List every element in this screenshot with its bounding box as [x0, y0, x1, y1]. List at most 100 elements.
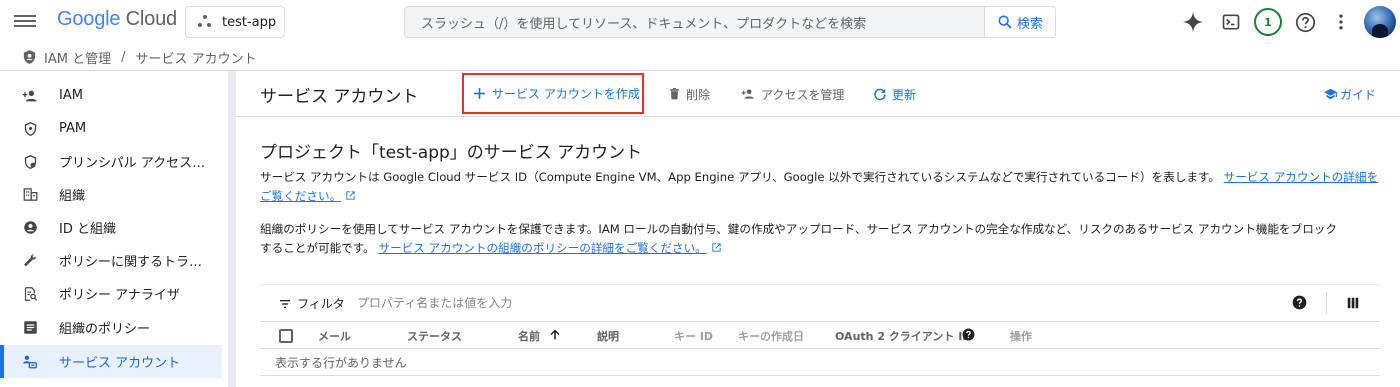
section-title: プロジェクト「test-app」のサービス アカウント	[260, 143, 643, 163]
policy-search-icon	[22, 286, 38, 302]
sidebar-item-label: PAM	[59, 121, 87, 136]
delete-label: 削除	[686, 87, 711, 102]
search-icon	[998, 15, 1012, 29]
create-service-account-button[interactable]: サービス アカウントを作成	[462, 73, 644, 114]
sidebar-item-policy-troubleshooter[interactable]: ポリシーに関するトラ…	[0, 244, 222, 277]
notification-badge[interactable]: 1	[1254, 8, 1282, 36]
delete-button[interactable]: 削除	[668, 84, 710, 104]
trash-icon	[670, 88, 679, 100]
person-add-icon	[741, 89, 754, 99]
search-button-label: 検索	[1016, 16, 1043, 32]
open-in-new-icon	[346, 191, 355, 200]
person-add-icon	[22, 88, 38, 104]
plus-icon	[474, 88, 485, 99]
help-icon[interactable]	[1292, 295, 1307, 314]
column-header-status[interactable]: ステータス	[407, 328, 462, 344]
search-placeholder: スラッシュ（/）を使用してリソース、ドキュメント、プロダクトなどを検索	[421, 16, 867, 32]
refresh-label: 更新	[892, 87, 917, 102]
empty-table-message: 表示する行がありません	[275, 356, 407, 370]
building-icon	[22, 187, 38, 203]
shield-icon	[22, 121, 38, 137]
sidebar-item-pam[interactable]: PAM	[0, 112, 222, 145]
org-policy-text-a: 組織のポリシーを使用してサービス アカウントを保護できます。IAM ロールの自動…	[260, 222, 1337, 236]
org-policy-description: 組織のポリシーを使用してサービス アカウントを保護できます。IAM ロールの自動…	[260, 220, 1380, 258]
filter-list-icon	[280, 299, 290, 308]
help-icon[interactable]	[1294, 11, 1316, 33]
wrench-icon	[22, 253, 38, 269]
column-header-actions: 操作	[1010, 330, 1032, 343]
sidebar-item-principal-access[interactable]: プリンシパル アクセス…	[0, 145, 222, 178]
sidebar-item-label: プリンシパル アクセス…	[59, 156, 206, 171]
breadcrumb-separator: /	[121, 49, 126, 65]
sidebar-scrollbar[interactable]	[228, 71, 236, 387]
arrow-upward-icon[interactable]	[549, 328, 561, 341]
more-vert-icon[interactable]	[1330, 11, 1352, 33]
cloud-shell-icon[interactable]	[1220, 11, 1242, 33]
manage-access-button[interactable]: アクセスを管理	[740, 84, 844, 104]
logo-google-text: Google	[57, 8, 121, 30]
breadcrumb: IAM と管理 / サービス アカウント	[0, 44, 1400, 71]
sidebar-item-label: ポリシーに関するトラ…	[59, 255, 203, 270]
sidebar-item-org-policies[interactable]: 組織のポリシー	[0, 311, 222, 344]
sidebar-item-iam[interactable]: IAM	[0, 79, 222, 112]
org-policy-link[interactable]: サービス アカウントの組織のポリシーの詳細をご覧ください。	[378, 241, 706, 255]
project-name: test-app	[222, 14, 277, 30]
filter-label-text: フィルタ	[297, 297, 345, 311]
project-picker[interactable]: test-app	[185, 6, 285, 38]
sidebar-item-label: IAM	[59, 88, 83, 103]
column-header-key-id: キー ID	[674, 330, 714, 343]
toolbar-divider	[1326, 292, 1327, 314]
filter-input[interactable]: プロパティ名または値を入力	[357, 294, 512, 311]
guide-label: ガイド	[1340, 87, 1377, 102]
column-header-email[interactable]: メール	[318, 328, 351, 344]
service-account-description: サービス アカウントは Google Cloud サービス ID（Compute…	[260, 168, 1380, 206]
search-input[interactable]: スラッシュ（/）を使用してリソース、ドキュメント、プロダクトなどを検索	[404, 6, 984, 38]
notification-count: 1	[1264, 15, 1272, 29]
sidebar-item-label: ID と組織	[59, 222, 116, 237]
sidebar-item-label: ポリシー アナライザ	[59, 288, 180, 303]
search-button[interactable]: 検索	[984, 6, 1056, 38]
column-display-icon[interactable]	[1346, 295, 1360, 314]
shield-lock-icon	[22, 154, 38, 170]
learn-more-link-text-a: サービス アカウントの詳細を	[1223, 170, 1379, 184]
sidebar-item-service-accounts[interactable]: サービス アカウント	[0, 345, 222, 378]
open-in-new-icon	[712, 243, 721, 252]
refresh-icon	[874, 88, 886, 101]
project-dots-icon	[198, 15, 212, 29]
org-policy-text-b: することが可能です。	[260, 241, 375, 255]
gemini-sparkle-icon[interactable]	[1182, 11, 1204, 33]
filter-button[interactable]: フィルタ	[278, 295, 345, 312]
refresh-button[interactable]: 更新	[873, 84, 916, 104]
sidebar-item-organization[interactable]: 組織	[0, 178, 222, 211]
avatar[interactable]	[1364, 6, 1396, 38]
account-circle-icon	[22, 220, 38, 236]
table-bottom-border	[260, 375, 1380, 376]
service-account-icon	[22, 354, 38, 370]
google-cloud-logo[interactable]: Google Cloud	[57, 8, 177, 31]
sidebar-item-label: 組織	[59, 189, 86, 204]
page-title: サービス アカウント	[260, 87, 419, 107]
learn-more-link-text-b: ご覧ください。	[260, 189, 342, 203]
menu-icon[interactable]	[14, 12, 36, 32]
school-icon	[1324, 88, 1337, 100]
create-button-label: サービス アカウントを作成	[492, 87, 640, 101]
guide-button[interactable]: ガイド	[1323, 84, 1376, 104]
breadcrumb-page: サービス アカウント	[135, 51, 257, 67]
column-header-key-created: キーの作成日	[738, 330, 804, 343]
sidebar-item-identity-organization[interactable]: ID と組織	[0, 211, 222, 244]
column-header-oauth-client-id[interactable]: OAuth 2 クライアント ID	[835, 328, 971, 344]
logo-cloud-text: Cloud	[125, 8, 177, 30]
select-all-checkbox[interactable]	[279, 329, 293, 343]
column-header-description[interactable]: 説明	[597, 328, 619, 344]
manage-access-label: アクセスを管理	[761, 87, 845, 102]
column-header-name-label: 名前	[518, 330, 540, 343]
column-header-name[interactable]: 名前	[518, 328, 540, 344]
breadcrumb-section[interactable]: IAM と管理	[44, 48, 111, 67]
sidebar-item-label: サービス アカウント	[59, 356, 181, 371]
description-text: サービス アカウントは Google Cloud サービス ID（Compute…	[260, 170, 1220, 184]
iam-shield-icon	[23, 50, 36, 64]
list-icon	[22, 320, 38, 336]
sidebar-item-label: 組織のポリシー	[59, 322, 151, 337]
sidebar-item-policy-analyzer[interactable]: ポリシー アナライザ	[0, 277, 222, 310]
help-icon[interactable]	[962, 328, 975, 341]
